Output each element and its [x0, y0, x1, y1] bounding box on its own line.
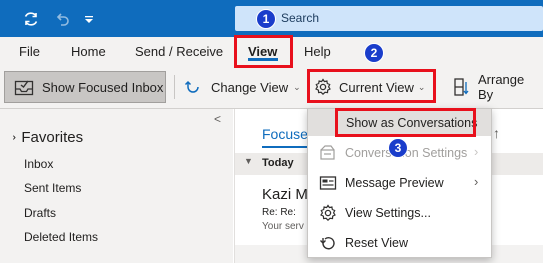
tab-help[interactable]: Help — [304, 44, 331, 59]
ribbon-divider — [174, 75, 175, 99]
favorites-header[interactable]: ⌄ Favorites — [7, 129, 84, 146]
conversation-settings-icon — [319, 144, 337, 162]
tab-home[interactable]: Home — [71, 44, 106, 59]
show-focused-inbox-label: Show Focused Inbox — [42, 79, 164, 95]
tab-file[interactable]: File — [19, 44, 40, 59]
message-preview-icon — [319, 174, 337, 192]
menu-item-view-settings[interactable]: View Settings... — [308, 198, 491, 227]
message-preview: Your serv — [262, 221, 304, 232]
step-marker-2: 2 — [364, 43, 384, 63]
step-marker-3: 3 — [388, 138, 408, 158]
search-box[interactable]: Search — [235, 6, 543, 31]
tab-send-receive[interactable]: Send / Receive — [135, 44, 223, 59]
highlight-current-view — [307, 69, 436, 103]
folder-pane: < ⌄ Favorites Inbox Sent Items Drafts De… — [0, 109, 233, 263]
chevron-down-icon: ⌄ — [7, 133, 19, 142]
folder-deleted-items[interactable]: Deleted Items — [24, 230, 98, 244]
sort-arrow-icon[interactable]: ↑ — [493, 125, 500, 141]
undo-icon[interactable] — [51, 8, 73, 30]
reset-icon — [319, 234, 337, 252]
collapse-pane-icon[interactable]: < — [214, 112, 221, 126]
message-subject: Re: Re: — [262, 207, 296, 218]
chevron-right-icon: › — [474, 144, 479, 159]
menu-item-label: Reset View — [345, 236, 408, 250]
chevron-right-icon: › — [474, 174, 479, 189]
focused-inbox-icon — [14, 78, 34, 96]
change-view-icon — [183, 77, 203, 97]
menu-item-reset-view[interactable]: Reset View — [308, 228, 491, 257]
focused-tab-indicator — [262, 146, 308, 148]
ribbon: Show Focused Inbox Change View ⌄ Current… — [0, 65, 543, 109]
arrange-by-button[interactable]: Arrange By — [453, 71, 543, 103]
group-label: Today — [262, 157, 294, 169]
menu-item-label: Message Preview — [345, 176, 444, 190]
step-marker-1: 1 — [256, 9, 276, 29]
search-placeholder: Search — [281, 11, 320, 25]
gear-icon — [319, 204, 337, 222]
menu-item-message-preview[interactable]: Message Preview › — [308, 168, 491, 197]
change-view-label: Change View — [211, 79, 289, 95]
chevron-down-icon: ▼ — [244, 156, 253, 166]
chevron-down-icon: ⌄ — [293, 81, 301, 92]
highlight-view-tab — [234, 35, 293, 68]
highlight-show-as-conversations — [335, 108, 476, 137]
folder-inbox[interactable]: Inbox — [24, 157, 53, 171]
folder-drafts[interactable]: Drafts — [24, 206, 56, 220]
sync-icon[interactable] — [20, 8, 42, 30]
show-focused-inbox-button[interactable]: Show Focused Inbox — [4, 71, 166, 103]
arrange-by-icon — [453, 77, 469, 97]
menu-item-label: View Settings... — [345, 206, 431, 220]
favorites-label: Favorites — [21, 129, 84, 146]
customize-quick-access-icon[interactable] — [82, 8, 96, 30]
arrange-by-label: Arrange By — [478, 72, 525, 102]
message-sender[interactable]: Kazi M — [262, 186, 308, 203]
change-view-button[interactable]: Change View ⌄ — [183, 71, 301, 103]
folder-sent-items[interactable]: Sent Items — [24, 181, 81, 195]
